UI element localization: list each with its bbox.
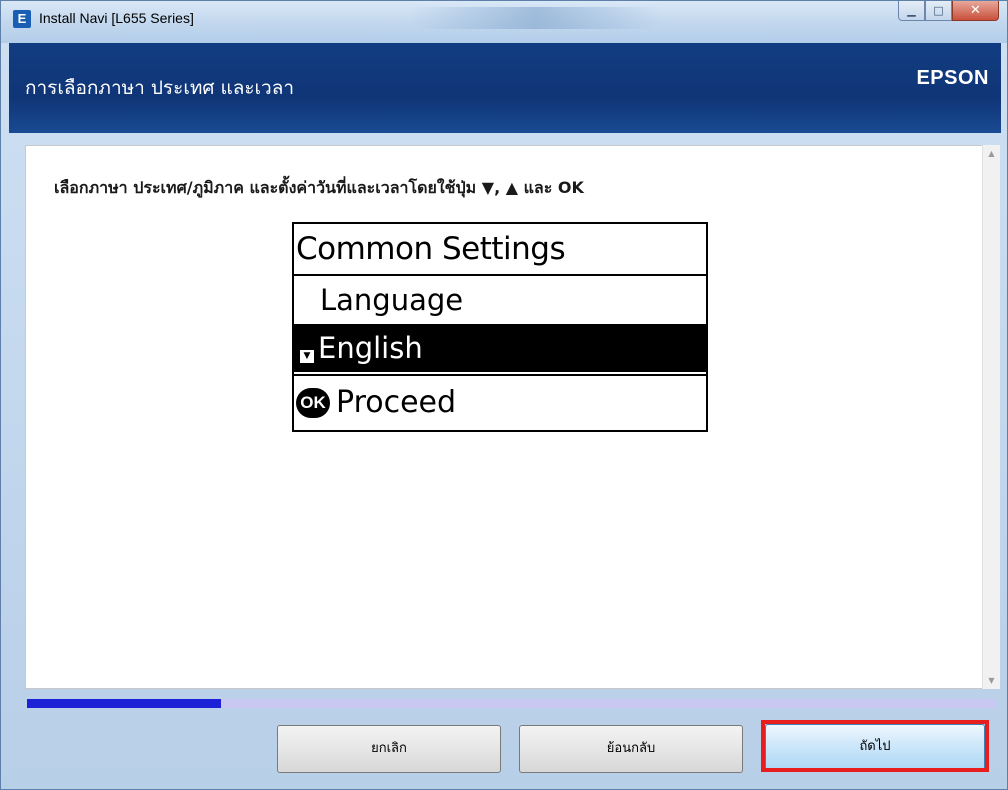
minimize-icon: ▁	[907, 4, 916, 17]
maximize-button[interactable]: □	[925, 1, 952, 21]
lcd-footer-label: Proceed	[336, 385, 457, 420]
lcd-selected-item: ▼ English	[294, 324, 706, 372]
window-title: Install Navi [L655 Series]	[39, 10, 194, 26]
maximize-icon: □	[933, 4, 944, 17]
title-bar[interactable]: E Install Navi [L655 Series] ▁ □ ✕	[1, 1, 1007, 43]
scroll-down-icon[interactable]: ▼	[983, 672, 1000, 689]
lcd-menu-item: Language	[320, 283, 464, 317]
cancel-button[interactable]: ยกเลิก	[277, 725, 501, 773]
installer-window: E Install Navi [L655 Series] ▁ □ ✕ การเล…	[0, 0, 1008, 790]
close-icon: ✕	[970, 3, 981, 18]
printer-lcd-illustration: Common Settings Language ▼ English OK Pr…	[292, 222, 708, 432]
epson-app-icon: E	[13, 10, 31, 28]
page-header: การเลือกภาษา ประเทศ และเวลา EPSON	[9, 43, 1001, 133]
epson-logo: EPSON	[916, 67, 989, 89]
vertical-scrollbar[interactable]: ▲ ▼	[982, 145, 1000, 689]
lcd-header: Common Settings	[294, 224, 706, 276]
window-controls: ▁ □ ✕	[898, 1, 999, 23]
back-button[interactable]: ย้อนกลับ	[519, 725, 743, 773]
scroll-up-icon[interactable]: ▲	[983, 145, 1000, 162]
close-button[interactable]: ✕	[952, 1, 999, 21]
progress-bar-fill	[27, 699, 221, 708]
progress-bar	[27, 699, 995, 708]
lcd-down-arrow-icon: ▼	[300, 350, 314, 363]
minimize-button[interactable]: ▁	[898, 1, 925, 21]
lcd-footer: OK Proceed	[294, 374, 706, 430]
instruction-text: เลือกภาษา ประเทศ/ภูมิภาค และตั้งค่าวันที…	[54, 178, 584, 197]
ok-button-icon: OK	[296, 388, 330, 418]
lcd-selected-label: English	[318, 331, 423, 365]
next-button[interactable]: ถัดไป	[765, 724, 985, 770]
page-title: การเลือกภาษา ประเทศ และเวลา	[25, 77, 295, 99]
content-panel: เลือกภาษา ประเทศ/ภูมิภาค และตั้งค่าวันที…	[25, 145, 984, 689]
title-bar-blurred-area	[411, 7, 661, 29]
